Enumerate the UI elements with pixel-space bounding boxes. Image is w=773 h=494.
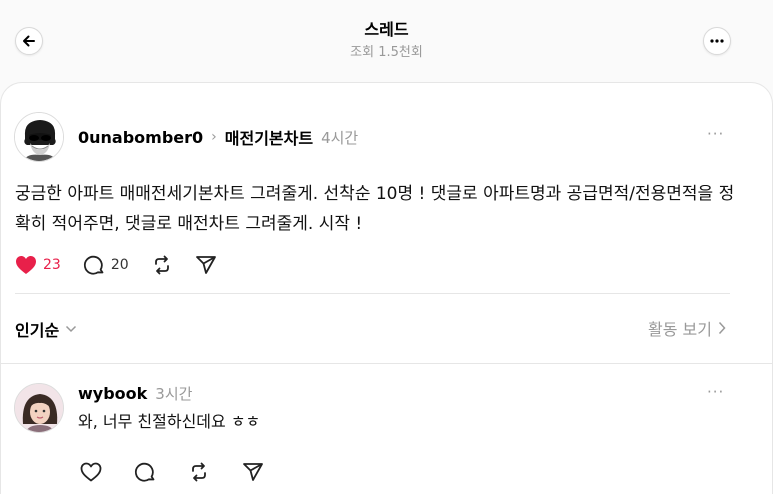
page-title: 스레드	[364, 20, 409, 39]
comment-count: 20	[110, 257, 129, 273]
comment-icon	[134, 462, 155, 482]
reply-time: 3시간	[155, 385, 193, 403]
repost-icon	[192, 462, 206, 482]
view-activity-button[interactable]: 활동 보기	[648, 316, 726, 340]
avatar[interactable]	[14, 112, 64, 162]
reply-header: wybook 3시간	[78, 383, 192, 404]
post-body: 궁금한 아파트 매매전세기본차트 그려줄게. 선착순 10명 ! 댓글로 아파트…	[15, 184, 735, 234]
reply-share-button[interactable]	[242, 461, 264, 483]
more-horizontal-icon	[710, 39, 724, 43]
top-bar: 스레드 조회 1.5천회	[0, 0, 773, 82]
send-icon	[243, 463, 263, 481]
heart-icon	[80, 462, 102, 482]
reply-actions	[80, 460, 296, 484]
reply-username[interactable]: wybook	[78, 384, 147, 403]
comment-icon	[83, 255, 104, 275]
post-username[interactable]: 0unabomber0	[78, 128, 203, 147]
post-header: 0unabomber0 › 매전기본차트 4시간	[78, 125, 358, 149]
thread-panel: 0unabomber0 › 매전기본차트 4시간 ··· 궁금한 아파트 매매전…	[0, 82, 773, 494]
reply-avatar-image	[15, 384, 63, 432]
reply-like-button[interactable]	[80, 462, 102, 482]
avatar[interactable]	[14, 383, 64, 433]
like-button[interactable]: 23	[15, 255, 61, 275]
view-activity-label: 활동 보기	[648, 320, 712, 339]
chevron-down-icon	[66, 325, 77, 333]
post-actions: 23 20	[15, 253, 239, 277]
comment-button[interactable]: 20	[83, 254, 129, 276]
like-count: 23	[43, 257, 61, 273]
divider	[1, 363, 773, 364]
send-icon	[195, 256, 216, 274]
view-count: 조회 1.5천회	[350, 45, 423, 60]
reply-repost-button[interactable]	[188, 461, 210, 483]
heart-icon	[16, 256, 36, 274]
share-button[interactable]	[195, 254, 217, 276]
title-area: 스레드 조회 1.5천회	[0, 18, 773, 62]
chevron-right-icon: ›	[211, 129, 217, 145]
reply-comment-button[interactable]	[134, 461, 156, 483]
reply-more-icon[interactable]: ···	[707, 383, 724, 401]
post-more-icon[interactable]: ···	[707, 125, 724, 143]
chevron-right-icon	[718, 321, 726, 335]
repost-icon	[154, 255, 169, 275]
post-time: 4시간	[321, 128, 359, 147]
more-options-button[interactable]	[703, 27, 731, 55]
divider	[15, 293, 730, 294]
post-topic[interactable]: 매전기본차트	[225, 125, 313, 149]
reply-body: 와, 너무 친절하신데요 ㅎㅎ	[78, 412, 261, 431]
sort-dropdown[interactable]: 인기순	[15, 317, 77, 341]
repost-button[interactable]	[151, 254, 173, 276]
sort-label: 인기순	[15, 321, 60, 340]
author-avatar-image	[15, 113, 63, 161]
